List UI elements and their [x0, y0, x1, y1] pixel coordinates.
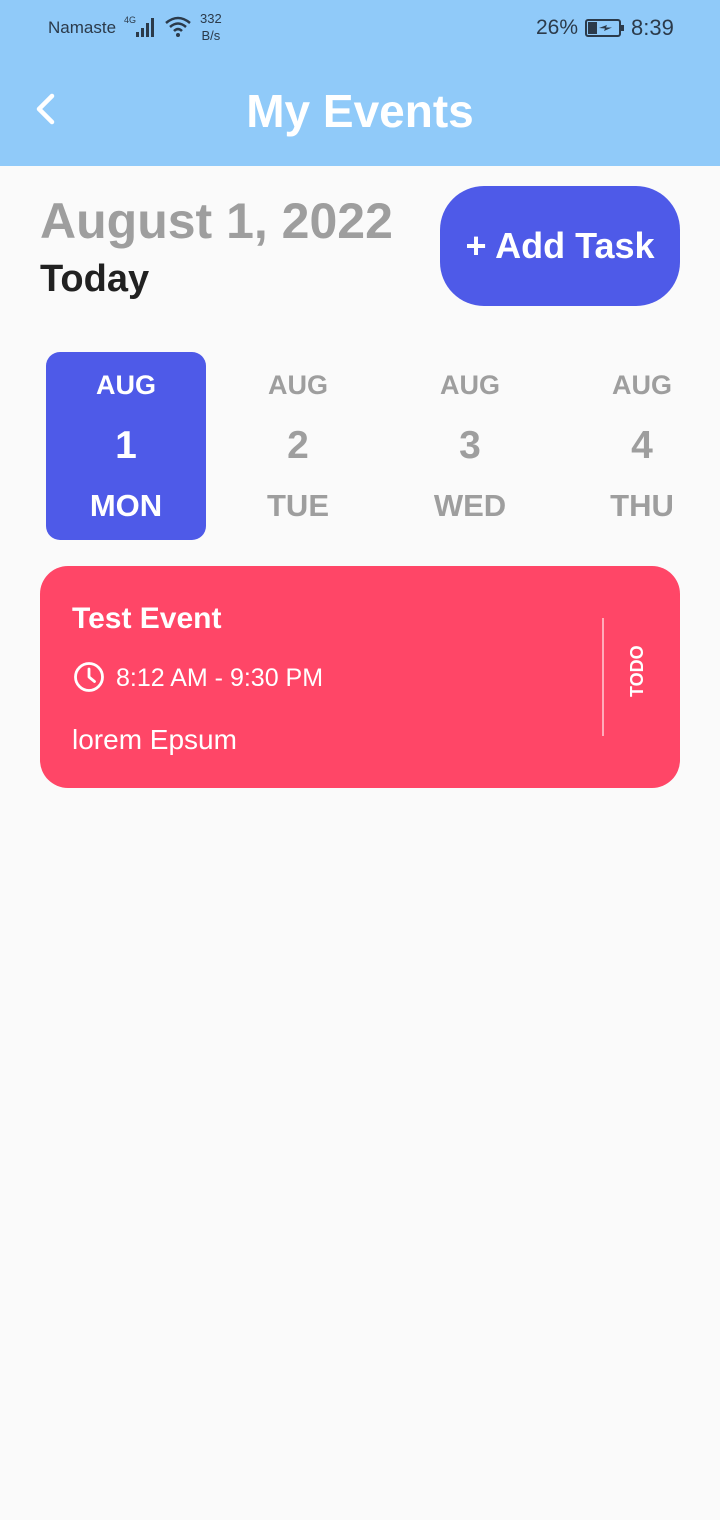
date-item-month: AUG — [612, 370, 672, 400]
page-title: My Events — [246, 85, 474, 137]
event-divider — [602, 618, 604, 736]
date-item-day: 2 — [287, 424, 309, 467]
app-bar: My Events — [0, 56, 720, 166]
date-item-month: AUG — [96, 370, 156, 400]
date-item-day: 3 — [459, 424, 481, 467]
date-item-aug-2[interactable]: AUG 2 TUE — [218, 352, 378, 540]
event-card[interactable]: Test Event 8:12 AM - 9:30 PM lorem Epsum… — [40, 566, 680, 788]
date-item-weekday: WED — [433, 488, 507, 523]
today-label: Today — [40, 258, 150, 300]
network-speed-unit: B/s — [201, 28, 221, 43]
date-item-aug-1[interactable]: AUG 1 MON — [46, 352, 206, 540]
network-speed-value: 332 — [200, 11, 222, 26]
clock-icon — [74, 662, 104, 692]
date-item-month: AUG — [268, 370, 328, 400]
clock-time: 8:39 — [631, 15, 674, 40]
battery-charging-icon — [585, 19, 624, 37]
add-task-button[interactable]: + Add Task — [440, 186, 680, 306]
event-description: lorem Epsum — [72, 724, 237, 755]
date-item-month: AUG — [440, 370, 500, 400]
date-item-weekday: TUE — [267, 488, 329, 523]
date-item-weekday: MON — [89, 488, 163, 523]
date-item-aug-3[interactable]: AUG 3 WED — [390, 352, 550, 540]
wifi-icon — [165, 16, 191, 37]
date-item-day: 1 — [115, 424, 137, 467]
current-date: August 1, 2022 — [40, 193, 393, 249]
date-item-day: 4 — [631, 424, 653, 467]
carrier-name: Namaste — [48, 18, 117, 37]
date-item-weekday: THU — [610, 488, 674, 523]
network-type: 4G — [124, 15, 136, 25]
battery-percent: 26% — [536, 16, 579, 39]
date-item-aug-4[interactable]: AUG 4 THU — [562, 352, 720, 540]
event-status: TODO — [627, 645, 647, 697]
cell-signal-icon: 4G — [124, 15, 154, 37]
event-title: Test Event — [72, 602, 222, 635]
status-bar: Namaste 4G 332 B/s 26% 8:39 — [0, 0, 720, 56]
network-speed: 332 B/s — [200, 10, 222, 44]
event-time: 8:12 AM - 9:30 PM — [116, 664, 324, 692]
